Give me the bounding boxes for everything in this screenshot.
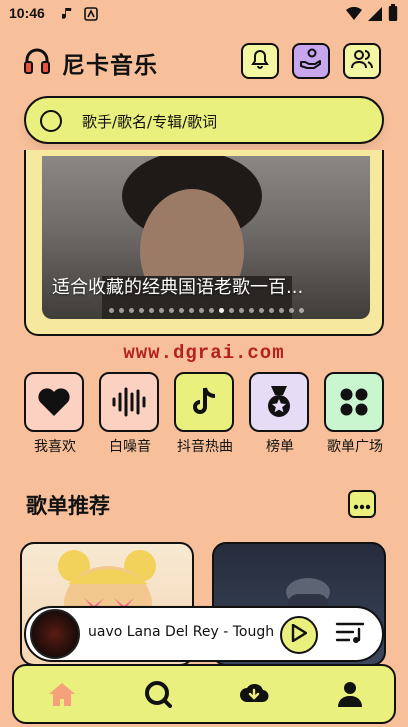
- carousel-dot[interactable]: [218, 308, 224, 313]
- notifications-button[interactable]: [241, 43, 279, 79]
- carousel-dot[interactable]: [198, 308, 204, 313]
- section-title: 歌单推荐: [26, 494, 110, 518]
- carousel-dot[interactable]: [228, 308, 234, 313]
- now-playing-title: uavo Lana Del Rey - Tough: [88, 624, 274, 640]
- carousel-dot[interactable]: [278, 308, 284, 313]
- quick-action-label: 我喜欢: [34, 439, 76, 455]
- quick-actions: 我喜欢 白噪音 抖音热曲 榜单 歌单广场: [24, 372, 384, 460]
- quick-action-label: 白噪音: [109, 439, 151, 455]
- medal-icon: [249, 372, 309, 432]
- wifi-icon: [346, 6, 362, 25]
- more-button[interactable]: [348, 490, 376, 518]
- quick-action-label: 歌单广场: [327, 439, 383, 455]
- carousel-dot[interactable]: [128, 308, 134, 313]
- tiktok-icon: [174, 372, 234, 432]
- bell-icon: [250, 49, 270, 73]
- carousel-dot[interactable]: [268, 308, 274, 313]
- banner-carousel[interactable]: 适合收藏的经典国语老歌一百...: [24, 150, 384, 336]
- queue-list-icon: [335, 621, 365, 649]
- quick-action-white-noise[interactable]: 白噪音: [99, 372, 161, 460]
- search-placeholder: 歌手/歌名/专辑/歌词: [82, 113, 218, 131]
- carousel-dot[interactable]: [238, 308, 244, 313]
- download-icon: [239, 682, 269, 710]
- more-dots-icon: [353, 495, 371, 514]
- carousel-dot[interactable]: [168, 308, 174, 313]
- album-art[interactable]: [30, 609, 80, 659]
- carousel-dot[interactable]: [108, 308, 114, 313]
- carousel-dot[interactable]: [138, 308, 144, 313]
- tab-profile[interactable]: [330, 676, 370, 716]
- carousel-dot[interactable]: [248, 308, 254, 313]
- app-title: 尼卡音乐: [62, 53, 158, 79]
- carousel-dot[interactable]: [178, 308, 184, 313]
- carousel-dot[interactable]: [298, 308, 304, 313]
- status-time: 10:46: [9, 5, 45, 21]
- carousel-dot[interactable]: [118, 308, 124, 313]
- carousel-dot[interactable]: [288, 308, 294, 313]
- banner-caption: 适合收藏的经典国语老歌一百...: [52, 277, 304, 298]
- waveform-icon: [99, 372, 159, 432]
- users-icon: [351, 48, 373, 74]
- battery-icon: [388, 4, 398, 26]
- hand-coin-icon: [299, 47, 323, 75]
- music-note-icon: [61, 6, 74, 25]
- heart-icon: [24, 372, 84, 432]
- carousel-dot[interactable]: [158, 308, 164, 313]
- donate-button[interactable]: [292, 43, 330, 79]
- discover-icon: [144, 680, 172, 712]
- status-bar: 10:46: [0, 0, 408, 28]
- search-bar[interactable]: 歌手/歌名/专辑/歌词: [24, 96, 384, 144]
- tab-home[interactable]: [42, 676, 82, 716]
- quick-action-douyin-hits[interactable]: 抖音热曲: [174, 372, 236, 460]
- carousel-dot[interactable]: [208, 308, 214, 313]
- profile-icon: [337, 681, 363, 711]
- carousel-dot[interactable]: [258, 308, 264, 313]
- users-button[interactable]: [343, 43, 381, 79]
- home-icon: [48, 681, 76, 711]
- quick-action-playlist-plaza[interactable]: 歌单广场: [324, 372, 386, 460]
- carousel-dot[interactable]: [188, 308, 194, 313]
- playlist-queue-button[interactable]: [334, 620, 366, 650]
- tab-discover[interactable]: [138, 676, 178, 716]
- bottom-tab-bar: [12, 664, 396, 724]
- app-header: 尼卡音乐: [0, 38, 408, 86]
- play-button[interactable]: [280, 616, 318, 654]
- app-notification-icon: [84, 6, 98, 25]
- watermark: www.dgrai.com: [123, 342, 285, 364]
- search-icon: [40, 110, 62, 132]
- play-icon: [291, 623, 308, 646]
- quick-action-charts[interactable]: 榜单: [249, 372, 311, 460]
- banner-image[interactable]: 适合收藏的经典国语老歌一百...: [42, 156, 370, 319]
- carousel-dots: [42, 308, 370, 313]
- tab-downloads[interactable]: [234, 676, 274, 716]
- quick-action-favorites[interactable]: 我喜欢: [24, 372, 86, 460]
- carousel-dot[interactable]: [148, 308, 154, 313]
- mini-player[interactable]: uavo Lana Del Rey - Tough: [24, 606, 384, 662]
- grid-icon: [324, 372, 384, 432]
- headphones-logo-icon: [22, 46, 52, 80]
- quick-action-label: 抖音热曲: [177, 439, 233, 455]
- quick-action-label: 榜单: [266, 439, 294, 455]
- signal-icon: [368, 6, 382, 25]
